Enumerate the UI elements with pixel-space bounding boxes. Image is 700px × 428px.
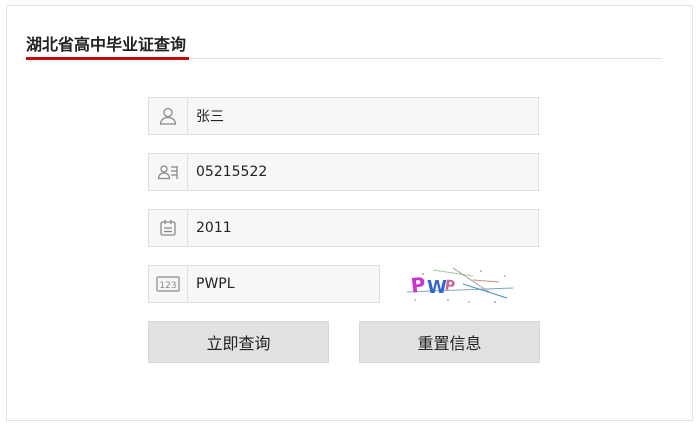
id-card-icon xyxy=(149,154,188,190)
user-icon xyxy=(149,98,188,134)
number-123-icon: 123 xyxy=(149,266,188,302)
captcha-input[interactable] xyxy=(188,266,380,302)
captcha-char-1: P xyxy=(410,272,427,297)
name-field xyxy=(148,97,539,135)
year-input[interactable] xyxy=(188,210,539,246)
calendar-icon xyxy=(149,210,188,246)
id-number-field xyxy=(148,153,539,191)
year-field xyxy=(148,209,539,247)
captcha-image[interactable]: P W P xyxy=(403,262,515,306)
page-header: 湖北省高中毕业证查询 xyxy=(26,28,662,60)
query-button[interactable]: 立即查询 xyxy=(148,321,329,363)
svg-text:123: 123 xyxy=(159,281,176,291)
name-input[interactable] xyxy=(188,98,539,134)
reset-button[interactable]: 重置信息 xyxy=(359,321,540,363)
id-number-input[interactable] xyxy=(188,154,539,190)
page-title: 湖北省高中毕业证查询 xyxy=(26,35,187,54)
captcha-char-3: P xyxy=(444,278,456,295)
title-underline xyxy=(26,57,189,60)
captcha-field: 123 xyxy=(148,265,380,303)
